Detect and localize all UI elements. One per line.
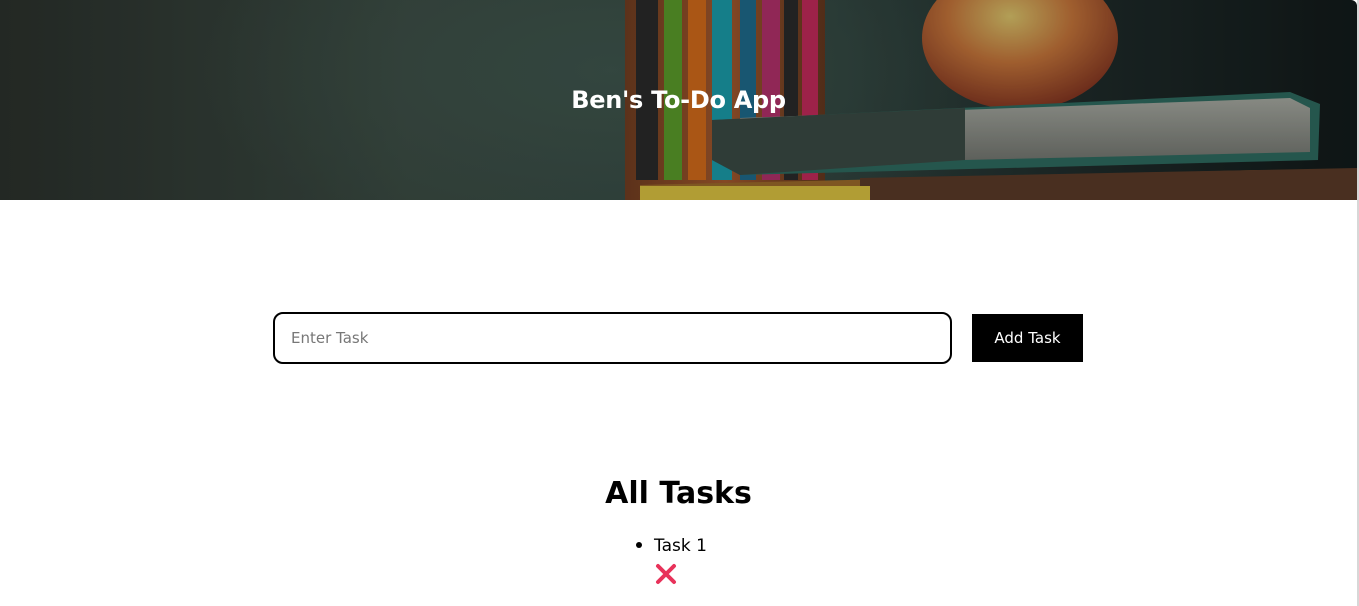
- task-list: Task 1: [636, 534, 707, 586]
- app-title: Ben's To-Do App: [571, 86, 786, 114]
- header-banner: Ben's To-Do App: [0, 0, 1357, 200]
- close-x-icon[interactable]: [654, 562, 678, 586]
- task-input[interactable]: [273, 312, 952, 364]
- task-text: Task 1: [654, 536, 707, 556]
- bullet-icon: [636, 542, 642, 548]
- tasks-heading: All Tasks: [605, 476, 752, 511]
- list-item: Task 1: [636, 534, 707, 586]
- add-task-button[interactable]: Add Task: [972, 314, 1083, 362]
